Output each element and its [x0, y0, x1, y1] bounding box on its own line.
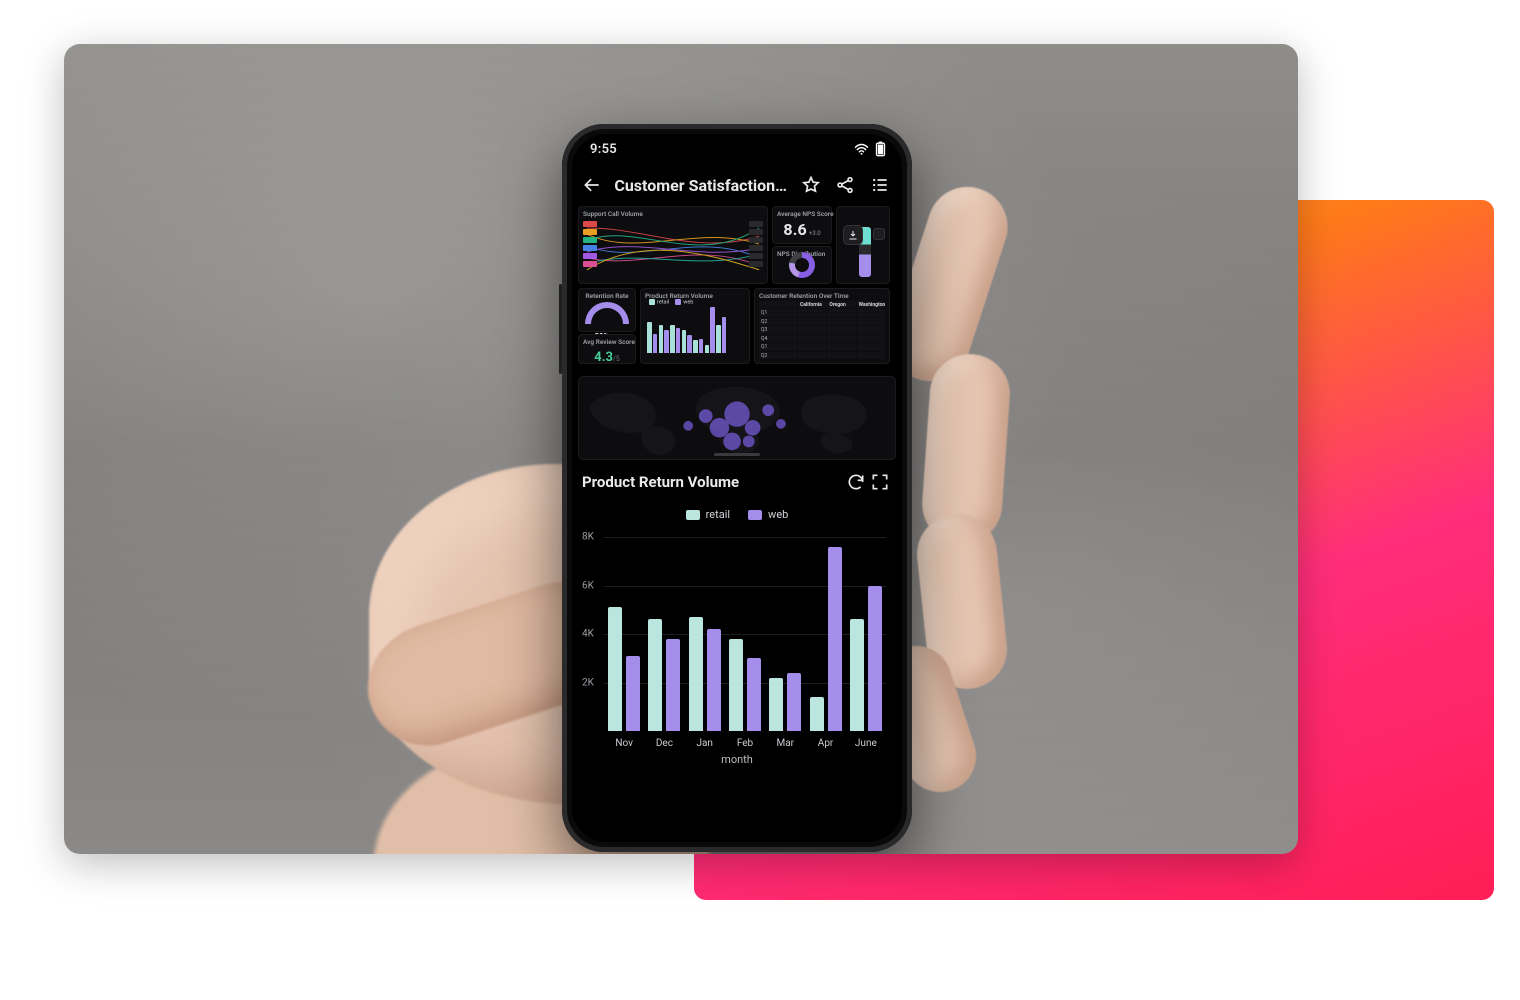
x-tick: Jan	[696, 738, 712, 749]
list-button[interactable]	[868, 172, 892, 198]
legend-retail: retail	[686, 508, 730, 521]
card-title: Average NPS Score	[773, 207, 831, 218]
x-tick: Apr	[818, 738, 834, 749]
mini-table: CaliforniaOregonWashingtonQ1Q2Q3Q4Q1Q2	[759, 301, 885, 359]
card-title: Avg Review Score	[579, 335, 635, 346]
world-map-card[interactable]	[578, 376, 896, 460]
product-return-section: Product Return Volume retail web 2K 4K 6K 8…	[572, 460, 902, 770]
favorite-button[interactable]	[799, 172, 823, 198]
x-tick: Feb	[737, 738, 753, 749]
y-tick: 4K	[582, 629, 594, 640]
x-tick: June	[855, 738, 877, 749]
world-map-icon	[579, 377, 895, 459]
review-value: 4.3	[594, 350, 613, 365]
star-icon	[801, 175, 821, 195]
arrow-left-icon	[582, 175, 602, 195]
avg-review-card[interactable]: Avg Review Score 4.3/5	[578, 334, 636, 364]
nps-delta: +3.0	[809, 230, 821, 237]
x-tick: Mar	[777, 738, 795, 749]
mini-right-card[interactable]	[836, 206, 890, 284]
status-bar: 9:55	[572, 134, 902, 164]
parallel-chart-icon	[579, 218, 767, 280]
battery-icon	[875, 141, 886, 157]
refresh-button[interactable]	[844, 470, 868, 494]
retention-rate-card[interactable]: Retention Rate 82% PA	[578, 288, 636, 332]
wifi-icon	[854, 143, 869, 155]
card-title: Support Call Volume	[579, 207, 767, 218]
fullscreen-button[interactable]	[868, 470, 892, 494]
card-title: Customer Retention Over Time	[755, 289, 889, 300]
support-call-volume-card[interactable]: Support Call Volume	[578, 206, 768, 284]
mini-bars	[647, 303, 745, 353]
list-icon	[870, 175, 890, 195]
fullscreen-icon	[870, 472, 890, 492]
chart-legend: retail web	[582, 508, 892, 521]
x-tick: Dec	[656, 738, 673, 749]
card-title: Retention Rate	[579, 289, 635, 300]
mini-return-volume-card[interactable]: Product Return Volume retail web	[640, 288, 750, 364]
dashboard-overview[interactable]: Support Call Volume	[572, 206, 902, 376]
donut-icon	[789, 252, 815, 278]
y-tick: 2K	[582, 677, 594, 688]
mini-menu-icon[interactable]	[873, 228, 885, 240]
download-icon	[847, 229, 859, 241]
y-tick: 6K	[582, 580, 594, 591]
phone-frame: 9:55 Customer Satisfaction D…	[562, 124, 912, 852]
phone-screen: 9:55 Customer Satisfaction D…	[572, 134, 902, 842]
nps-value: 8.6	[783, 220, 807, 239]
retention-over-time-card[interactable]: Customer Retention Over Time CaliforniaO…	[754, 288, 890, 364]
refresh-icon	[846, 472, 866, 492]
y-tick: 8K	[582, 532, 594, 543]
x-axis-label: month	[582, 753, 892, 766]
page-title: Customer Satisfaction D…	[614, 176, 788, 195]
return-volume-chart[interactable]: 2K4K6K8KNovDecJanFebMarAprJune	[604, 529, 886, 749]
x-tick: Nov	[615, 738, 633, 749]
photo-card: 9:55 Customer Satisfaction D…	[64, 44, 1298, 854]
review-suffix: /5	[613, 355, 620, 363]
share-button[interactable]	[833, 172, 857, 198]
gauge-icon	[585, 302, 629, 324]
drag-handle[interactable]	[714, 453, 760, 456]
app-bar: Customer Satisfaction D…	[572, 164, 902, 206]
download-badge[interactable]	[843, 225, 863, 245]
back-button[interactable]	[580, 172, 604, 198]
status-time: 9:55	[590, 142, 617, 157]
section-title: Product Return Volume	[582, 473, 844, 491]
nps-distribution-card[interactable]: NPS Distribution	[772, 246, 832, 284]
legend-web: web	[748, 508, 788, 521]
share-icon	[835, 175, 855, 195]
nps-score-card[interactable]: Average NPS Score 8.6+3.0	[772, 206, 832, 244]
